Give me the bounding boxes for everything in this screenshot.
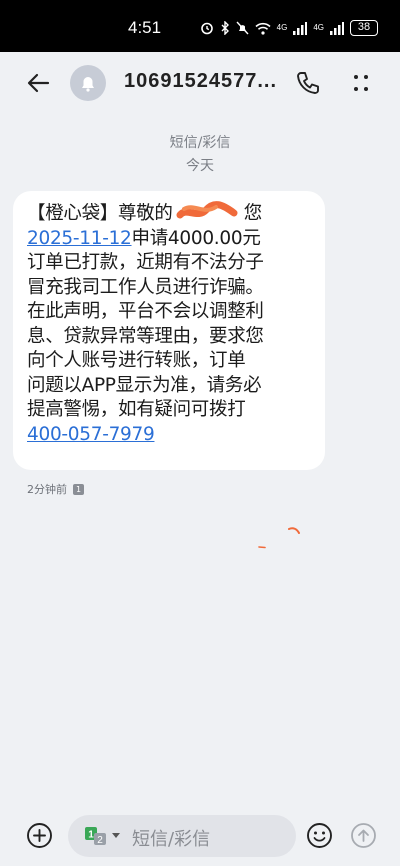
network-type-2: 4G xyxy=(313,23,324,32)
alarm-icon xyxy=(200,22,213,35)
message-line-1: 【橙心袋】尊敬的 您 xyxy=(27,201,311,227)
message-line-6: 息、贷款异常等理由，要求您 xyxy=(27,325,264,347)
message-text: 【橙心袋】尊敬的 您 2025-11-12申请4000.00元 订单已打款，近期… xyxy=(27,201,311,447)
add-icon xyxy=(27,823,52,848)
message-time: 2分钟前 xyxy=(27,483,67,496)
status-icons: 4G 4G 38 xyxy=(200,20,378,36)
send-button[interactable] xyxy=(350,822,377,849)
message-line-9: 提高警惕，如有疑问可拨打 xyxy=(27,399,246,420)
composer-bar: 1 2 短信/彩信 xyxy=(0,804,400,866)
wifi-icon xyxy=(255,22,271,35)
phone-number-link[interactable]: 400-057-7979 xyxy=(27,424,155,445)
back-arrow-icon xyxy=(27,73,50,93)
mute-icon xyxy=(236,21,249,35)
message-line-4: 冒充我司工作人员进行诈骗。 xyxy=(27,276,264,298)
message-line-7: 向个人账号进行转账，订单 xyxy=(27,350,246,371)
stray-mark-2 xyxy=(258,546,266,549)
date-link[interactable]: 2025-11-12 xyxy=(27,228,132,249)
message-timestamp: 2分钟前 1 xyxy=(27,481,84,497)
call-button[interactable] xyxy=(293,68,323,98)
add-button[interactable] xyxy=(26,822,53,849)
contact-avatar[interactable] xyxy=(70,65,106,101)
more-icon xyxy=(354,75,368,91)
message-line-1-tail: 您 xyxy=(243,203,263,224)
network-type-1: 4G xyxy=(276,23,288,32)
emoji-button[interactable] xyxy=(306,822,333,849)
sim-select-icon: 1 2 xyxy=(85,827,106,846)
bluetooth-icon xyxy=(221,21,229,35)
channel-label: 短信/彩信 xyxy=(169,135,231,151)
message-bubble[interactable]: 【橙心袋】尊敬的 您 2025-11-12申请4000.00元 订单已打款，近期… xyxy=(13,191,325,470)
message-input[interactable]: 1 2 短信/彩信 xyxy=(68,815,296,857)
message-line-1-text: 【橙心袋】尊敬的 xyxy=(27,203,173,224)
stray-mark xyxy=(288,527,300,534)
status-time: 4:51 xyxy=(128,18,162,37)
message-line-2: 2025-11-12申请4000.00元 xyxy=(27,227,311,252)
sim-select[interactable]: 1 2 xyxy=(84,826,120,846)
message-line-5: 在此声明，平台不会以调整利 xyxy=(27,301,264,322)
message-line-3: 订单已打款，近期有不法分子 xyxy=(27,252,264,273)
emoji-icon xyxy=(307,823,332,848)
message-line-10: 400-057-7979 xyxy=(27,423,311,448)
input-placeholder: 短信/彩信 xyxy=(132,829,211,850)
message-line-2-rest: 申请4000.00元 xyxy=(131,227,261,249)
more-button[interactable] xyxy=(346,68,376,98)
signal-icon xyxy=(293,21,308,35)
battery-icon: 38 xyxy=(350,20,378,36)
chevron-down-icon xyxy=(112,833,120,838)
conversation-header: 10691524577... xyxy=(0,52,400,114)
sim-select-secondary: 2 xyxy=(97,835,103,846)
signal-icon-2 xyxy=(330,21,344,35)
sim-badge: 1 xyxy=(73,483,84,495)
message-line-8: 问题以APP显示为准，请务必 xyxy=(27,374,262,396)
sim-select-primary: 1 xyxy=(88,830,94,841)
redaction-mark xyxy=(176,201,238,219)
contact-name[interactable]: 10691524577... xyxy=(124,70,284,93)
status-bar: 4:51 4G 4G 38 xyxy=(0,0,400,52)
phone-icon xyxy=(297,72,319,94)
back-button[interactable] xyxy=(22,68,56,98)
send-icon xyxy=(351,823,376,848)
day-label: 今天 xyxy=(186,158,214,174)
bell-avatar-icon xyxy=(82,77,94,92)
